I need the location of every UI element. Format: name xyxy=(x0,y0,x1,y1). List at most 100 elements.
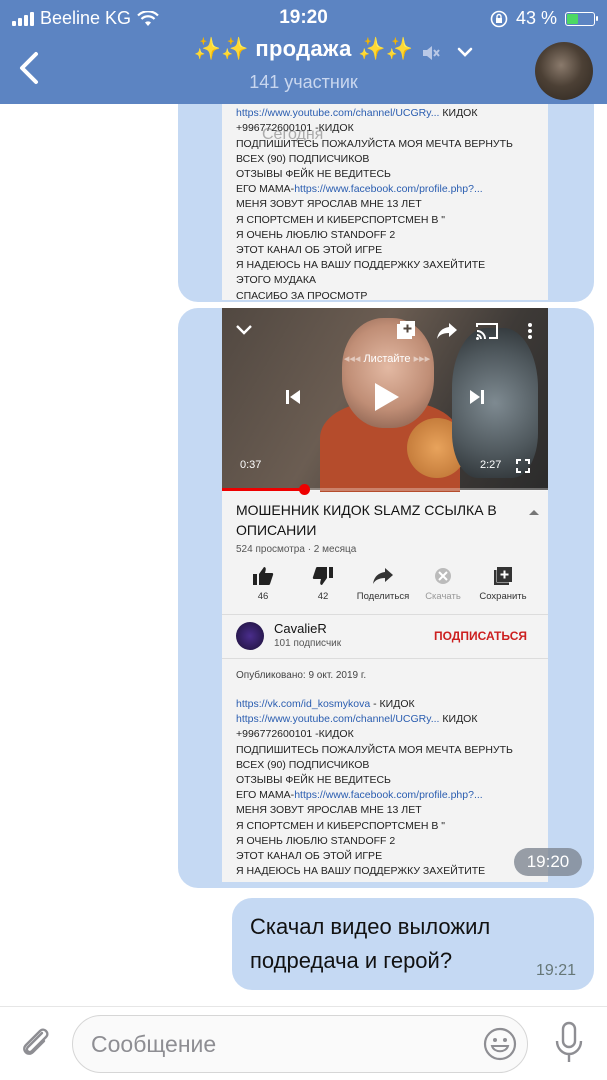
description-text-span: ПОДПИШИТЕСЬ ПОЖАЛУЙСТА МОЯ МЕЧТА ВЕРНУТЬ xyxy=(236,743,513,756)
previous-icon[interactable] xyxy=(284,388,302,406)
description-line: ЭТОТ КАНАЛ ОБ ЭТОЙ ИГРЕ xyxy=(236,850,382,862)
description-text-span: ОТЗЫВЫ ФЕЙК НЕ ВЕДИТЕСЬ xyxy=(236,774,391,786)
progress-bar[interactable] xyxy=(222,484,548,495)
cast-icon[interactable] xyxy=(476,322,498,340)
description-text-span: ОТЗЫВЫ ФЕЙК НЕ ВЕДИТЕСЬ xyxy=(236,168,391,180)
date-overlay: Сегодня xyxy=(262,126,324,143)
description-line: Я ОЧЕНЬ ЛЮБЛЮ STANDOFF 2 xyxy=(236,835,395,847)
composer-bar xyxy=(0,1006,607,1080)
fullscreen-icon[interactable] xyxy=(516,459,530,473)
chevron-down-icon[interactable] xyxy=(456,44,474,60)
description-line: ОТЗЫВЫ ФЕЙК НЕ ВЕДИТЕСЬ xyxy=(236,168,391,180)
microphone-icon[interactable] xyxy=(552,1021,586,1065)
sparkles-left: ✨✨ xyxy=(193,36,249,61)
description-link[interactable]: https://www.youtube.com/channel/UCGRy... xyxy=(236,713,439,725)
description-text-span: Я НАДЕЮСЬ НА ВАШУ ПОДДЕРЖКУ ЗАХЕЙТИТЕ xyxy=(236,865,486,878)
description-link[interactable]: https://www.youtube.com/channel/UCGRy... xyxy=(236,107,439,119)
youtube-screenshot[interactable]: ◂◂◂ Листайте ▸▸▸ 0:37 2:27 МОШЕННИК КИДО… xyxy=(222,308,548,882)
channel-name[interactable]: CavalieR xyxy=(274,621,327,636)
description-text-span: ЭТОТ КАНАЛ ОБ ЭТОЙ ИГРЕ xyxy=(236,850,383,862)
description-text-span: Я ОЧЕНЬ ЛЮБЛЮ STANDOFF 2 xyxy=(236,834,396,847)
description-text-span: ВСЕХ (90) ПОДПИСЧИКОВ xyxy=(236,758,370,771)
download-icon xyxy=(435,568,451,584)
description-line: ЭТОГО МУДАКА xyxy=(236,274,316,286)
channel-avatar[interactable] xyxy=(236,622,264,650)
subscribe-button[interactable]: ПОДПИСАТЬСЯ xyxy=(434,629,527,643)
description-line: ЕГО МАМА-https://www.facebook.com/profil… xyxy=(236,183,483,195)
description-suffix: КИДОК xyxy=(439,107,478,120)
progress-handle[interactable] xyxy=(298,484,310,495)
description-line: Я СПОРТСМЕН И КИБЕРСПОРТСМЕН В " xyxy=(236,820,445,832)
description-text-span: МЕНЯ ЗОВУТ ЯРОСЛАВ МНЕ 13 ЛЕТ xyxy=(236,198,422,211)
emoji-icon[interactable] xyxy=(483,1027,517,1061)
message-bubble-outgoing[interactable]: Скачал видео выложил подредача и герой? … xyxy=(232,898,594,990)
description-text-span: СПАСИБО ЗА ПРОСМОТР xyxy=(236,289,368,300)
current-time: 0:37 xyxy=(240,459,262,471)
description-line: Я НАДЕЮСЬ НА ВАШУ ПОДДЕРЖКУ ЗАХЕЙТИТЕ xyxy=(236,865,485,877)
expand-description-icon[interactable] xyxy=(528,508,540,516)
description-text-span: Я СПОРТСМЕН И КИБЕРСПОРТСМЕН В " xyxy=(236,819,445,832)
description-line: ОТЗЫВЫ ФЕЙК НЕ ВЕДИТЕСЬ xyxy=(236,774,391,786)
battery-percent: 43 % xyxy=(515,8,557,28)
description-line: +996772600101 -КИДОК xyxy=(236,728,354,740)
duration: 2:27 xyxy=(480,459,502,471)
divider xyxy=(222,614,548,615)
sparkles-right: ✨✨ xyxy=(358,36,414,61)
description-line: МЕНЯ ЗОВУТ ЯРОСЛАВ МНЕ 13 ЛЕТ xyxy=(236,804,422,816)
description-line: МЕНЯ ЗОВУТ ЯРОСЛАВ МНЕ 13 ЛЕТ xyxy=(236,198,422,210)
facebook-link[interactable]: https://www.facebook.com/profile.php?... xyxy=(294,183,483,195)
video-title: МОШЕННИК КИДОК SLAMZ ССЫЛКА В ОПИСАНИИ xyxy=(236,502,497,538)
chat-avatar[interactable] xyxy=(535,42,593,100)
description-text-span: ЕГО МАМА- xyxy=(236,789,295,802)
description-link[interactable]: https://vk.com/id_kosmykova xyxy=(236,698,370,710)
message-input-box[interactable] xyxy=(72,1015,528,1073)
description-line: ЭТОТ КАНАЛ ОБ ЭТОЙ ИГРЕ xyxy=(236,244,382,256)
thumbs-up-icon xyxy=(253,567,274,585)
description-suffix: КИДОК xyxy=(439,713,478,726)
description-line: ПОДПИШИТЕСЬ ПОЖАЛУЙСТА МОЯ МЕЧТА ВЕРНУТЬ xyxy=(236,744,513,756)
description-text-span: ЭТОТ КАНАЛ ОБ ЭТОЙ ИГРЕ xyxy=(236,244,383,256)
video-player[interactable]: ◂◂◂ Листайте ▸▸▸ 0:37 2:27 xyxy=(222,308,548,495)
description-text-span: ЕГО МАМА- xyxy=(236,183,295,196)
description-text-span: ЭТОГО МУДАКА xyxy=(236,274,317,287)
mute-icon xyxy=(423,46,440,60)
view-count: 524 просмотра · 2 месяца xyxy=(236,544,357,555)
next-icon[interactable] xyxy=(468,388,486,406)
description-text-span: ВСЕХ (90) ПОДПИСЧИКОВ xyxy=(236,152,370,165)
divider xyxy=(222,658,548,659)
description-line: ВСЕХ (90) ПОДПИСЧИКОВ xyxy=(236,759,369,771)
chat-title: продажа xyxy=(255,36,352,61)
description-text-span: Я НАДЕЮСЬ НА ВАШУ ПОДДЕРЖКУ ЗАХЕЙТИТЕ xyxy=(236,259,486,272)
play-icon[interactable] xyxy=(372,382,400,412)
message-time: 19:21 xyxy=(535,962,576,979)
chat-header: Beeline KG 19:20 43 % ✨✨ продажа ✨✨ 141 … xyxy=(0,0,607,104)
description-line: ВСЕХ (90) ПОДПИСЧИКОВ xyxy=(236,153,369,165)
minimize-icon[interactable] xyxy=(234,322,254,336)
chat-title-row[interactable]: ✨✨ продажа ✨✨ xyxy=(0,36,607,62)
description-text-span: Я СПОРТСМЕН И КИБЕРСПОРТСМЕН В " xyxy=(236,213,445,226)
battery-fill xyxy=(567,13,578,24)
message-time: 19:20 xyxy=(514,848,582,876)
published-date: Опубликовано: 9 окт. 2019 г. xyxy=(236,670,367,681)
video-cat-statue xyxy=(452,328,538,478)
channel-subscribers: 101 подписчик xyxy=(274,638,342,649)
share-icon[interactable] xyxy=(436,322,458,340)
description-line: Я СПОРТСМЕН И КИБЕРСПОРТСМЕН В " xyxy=(236,214,445,226)
description-line: https://www.youtube.com/channel/UCGRy...… xyxy=(236,107,477,119)
swipe-hint: ◂◂◂ Листайте ▸▸▸ xyxy=(343,353,431,365)
attach-icon[interactable] xyxy=(16,1023,56,1063)
chat-subtitle: 141 участник xyxy=(249,72,358,92)
more-vertical-icon[interactable] xyxy=(526,322,534,340)
description-text-span: Я ОЧЕНЬ ЛЮБЛЮ STANDOFF 2 xyxy=(236,228,396,241)
description-text-span: +996772600101 -КИДОК xyxy=(236,728,354,741)
message-input[interactable] xyxy=(91,1028,471,1060)
orientation-lock-icon xyxy=(490,10,508,27)
add-to-playlist-icon[interactable] xyxy=(396,320,416,340)
description-line: ЕГО МАМА-https://www.facebook.com/profil… xyxy=(236,789,483,801)
facebook-link[interactable]: https://www.facebook.com/profile.php?... xyxy=(294,789,483,801)
share-icon xyxy=(373,568,393,584)
description-line: https://vk.com/id_kosmykova - КИДОК xyxy=(236,698,415,710)
message-text: Скачал видео выложил подредача и герой? xyxy=(250,914,491,973)
save-button[interactable]: Сохранить xyxy=(468,566,538,602)
description-line: Я НАДЕЮСЬ НА ВАШУ ПОДДЕРЖКУ ЗАХЕЙТИТЕ xyxy=(236,259,485,271)
